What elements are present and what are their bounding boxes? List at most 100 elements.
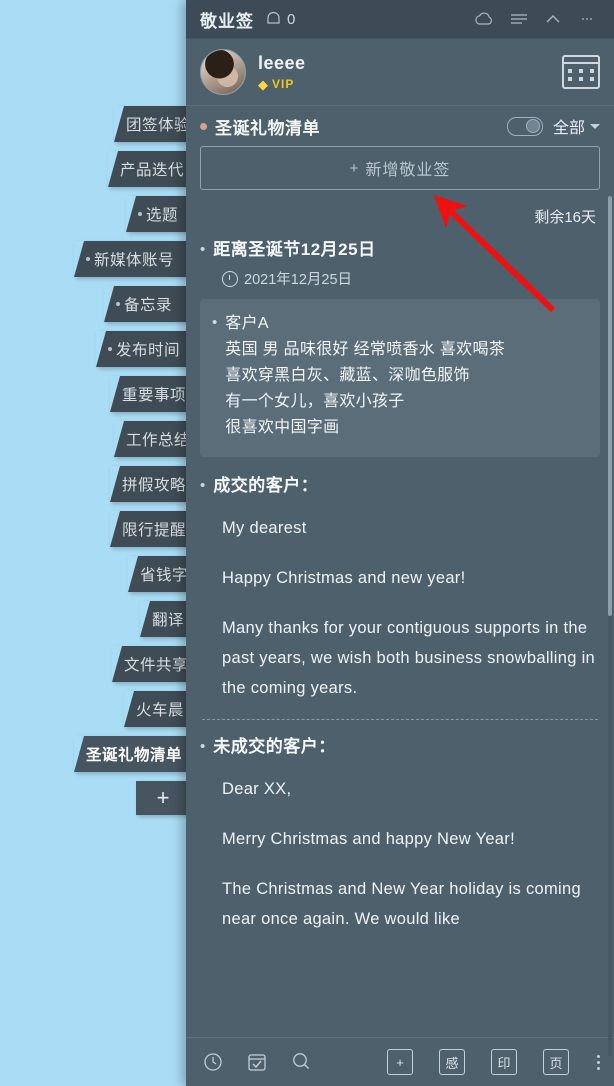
scrollbar-track[interactable] [608, 196, 612, 1056]
category-dot-icon [138, 212, 142, 216]
note-divider [202, 719, 598, 720]
toolbar-feedback-button[interactable]: 感 [439, 1049, 465, 1075]
category-label: 翻译 [152, 612, 185, 629]
diamond-icon: ◆ [258, 76, 268, 92]
note-item-countdown[interactable]: • 距离圣诞节12月25日 2021年12月25日 [200, 237, 600, 289]
category-item[interactable]: 省钱字 [128, 556, 190, 592]
cloud-sync-icon[interactable] [470, 6, 500, 32]
scrollbar-thumb[interactable] [608, 196, 612, 616]
collapse-up-icon[interactable] [538, 6, 568, 32]
category-item[interactable]: 产品迭代 [108, 151, 190, 187]
current-list-title: 圣诞礼物清单 [215, 118, 320, 138]
category-label: 团签体验 [126, 117, 191, 134]
toolbar-page-button[interactable]: 页 [543, 1049, 569, 1075]
screen: 团签体验产品迭代选题新媒体账号备忘录发布时间重要事项工作总结拼假攻略限行提醒省钱… [0, 0, 614, 1086]
toolbar-add-button[interactable]: + [387, 1049, 413, 1075]
calendar-icon[interactable] [562, 55, 600, 89]
app-brand-label: 敬业签 [200, 11, 254, 31]
category-item[interactable]: 新媒体账号 [74, 241, 190, 277]
add-note-button[interactable]: + 新增敬业签 [200, 146, 600, 190]
filter-dropdown[interactable]: 全部 [553, 114, 600, 138]
note-line: 喜欢穿黑白灰、藏蓝、深咖色服饰 [225, 367, 470, 384]
category-label: 发布时间 [116, 342, 181, 359]
note-title-row: • 成交的客户： [200, 473, 600, 499]
toolbar-print-button[interactable]: 印 [491, 1049, 517, 1075]
window-titlebar: 敬业签 0 [186, 0, 614, 39]
note-title: 未成交的客户： [213, 737, 336, 756]
category-item[interactable]: 备忘录 [104, 286, 190, 322]
note-title-row: • 客户A 英国 男 品味很好 经常喷香水 喜欢喝茶 喜欢穿黑白灰、藏蓝、深咖色… [212, 311, 586, 441]
completed-toggle[interactable] [506, 116, 543, 136]
category-item[interactable]: 工作总结 [114, 421, 190, 457]
note-line: 很喜欢中国字画 [225, 419, 340, 436]
note-line: My dearest [222, 519, 307, 537]
note-line: 英国 男 品味很好 经常喷香水 喜欢喝茶 [225, 341, 506, 358]
clock-icon [222, 270, 238, 287]
category-item[interactable]: 火车晨 [124, 691, 190, 727]
sticky-note-window: 敬业签 0 leeee ◆ VIP 圣诞礼物清单 全部 + 新增敬业签 剩余16… [186, 0, 614, 1086]
category-label: 备忘录 [124, 297, 173, 314]
note-line: Merry Christmas and happy New Year! [222, 830, 515, 848]
notes-scroll-area[interactable]: 剩余16天 • 距离圣诞节12月25日 2021年12月25日 • 客户A 英国… [186, 202, 614, 1037]
clock-icon[interactable] [200, 1049, 226, 1075]
note-reminder-time: 2021年12月25日 [222, 268, 600, 289]
avatar[interactable] [200, 49, 246, 95]
add-note-bar: + 新增敬业签 [186, 146, 614, 202]
vip-badge[interactable]: ◆ VIP [258, 77, 306, 91]
category-label: 限行提醒 [122, 522, 187, 539]
kebab-more-icon[interactable] [597, 1054, 600, 1070]
category-item[interactable]: 团签体验 [114, 106, 190, 142]
add-category-button[interactable]: + [136, 781, 190, 815]
list-status-dot [200, 122, 207, 130]
note-line: Many thanks for your contiguous supports… [222, 619, 596, 697]
note-line: The Christmas and New Year holiday is co… [222, 880, 581, 928]
category-sidebar: 团签体验产品迭代选题新媒体账号备忘录发布时间重要事项工作总结拼假攻略限行提醒省钱… [0, 106, 190, 815]
note-title: 成交的客户： [213, 476, 319, 495]
notification-area[interactable]: 0 [266, 11, 295, 28]
minimize-icon[interactable] [572, 6, 602, 32]
category-item[interactable]: 发布时间 [96, 331, 190, 367]
note-item-open-customers[interactable]: • 未成交的客户： Dear XX, Merry Christmas and h… [200, 734, 600, 934]
category-item[interactable]: 限行提醒 [110, 511, 190, 547]
list-header: 圣诞礼物清单 全部 [186, 106, 614, 146]
category-item[interactable]: 文件共享 [112, 646, 190, 682]
category-label: 新媒体账号 [94, 252, 175, 269]
category-label: 重要事项 [122, 387, 187, 404]
category-item[interactable]: 翻译 [140, 601, 190, 637]
category-label: 拼假攻略 [122, 477, 187, 494]
remaining-days-label: 剩余16天 [534, 209, 596, 226]
notification-count: 0 [287, 10, 296, 28]
category-dot-icon [86, 257, 90, 261]
note-line: Dear XX, [222, 780, 292, 798]
bottom-toolbar: + 感 印 页 [186, 1037, 614, 1086]
note-item-customer-a[interactable]: • 客户A 英国 男 品味很好 经常喷香水 喜欢喝茶 喜欢穿黑白灰、藏蓝、深咖色… [200, 299, 600, 457]
category-item-active[interactable]: 圣诞礼物清单 [74, 736, 190, 772]
filter-label: 全部 [552, 120, 585, 137]
note-title-row: • 未成交的客户： [200, 734, 600, 760]
list-menu-icon[interactable] [504, 6, 534, 32]
category-label: 火车晨 [136, 702, 185, 719]
category-label: 工作总结 [126, 432, 191, 449]
note-body: My dearest Happy Christmas and new year!… [222, 513, 600, 703]
checkbox-calendar-icon[interactable] [244, 1049, 270, 1075]
note-bullet: • [200, 477, 206, 494]
note-bullet: • [200, 738, 206, 755]
toggle-knob [525, 119, 540, 133]
note-title: 客户A [225, 315, 269, 332]
bell-icon [267, 11, 280, 24]
plus-icon: + [349, 159, 360, 177]
category-item[interactable]: 选题 [126, 196, 190, 232]
note-item-closed-customers[interactable]: • 成交的客户： My dearest Happy Christmas and … [200, 473, 600, 703]
chevron-down-icon [590, 123, 600, 129]
category-label: 选题 [146, 207, 179, 224]
category-dot-icon [116, 302, 120, 306]
note-line: 有一个女儿，喜欢小孩子 [225, 393, 405, 410]
category-label: 产品迭代 [120, 162, 185, 179]
category-item[interactable]: 拼假攻略 [110, 466, 190, 502]
note-bullet: • [200, 241, 206, 258]
category-dot-icon [108, 347, 112, 351]
search-icon[interactable] [288, 1049, 314, 1075]
category-item[interactable]: 重要事项 [110, 376, 190, 412]
note-bullet: • [212, 314, 218, 331]
category-label: 圣诞礼物清单 [86, 747, 183, 764]
